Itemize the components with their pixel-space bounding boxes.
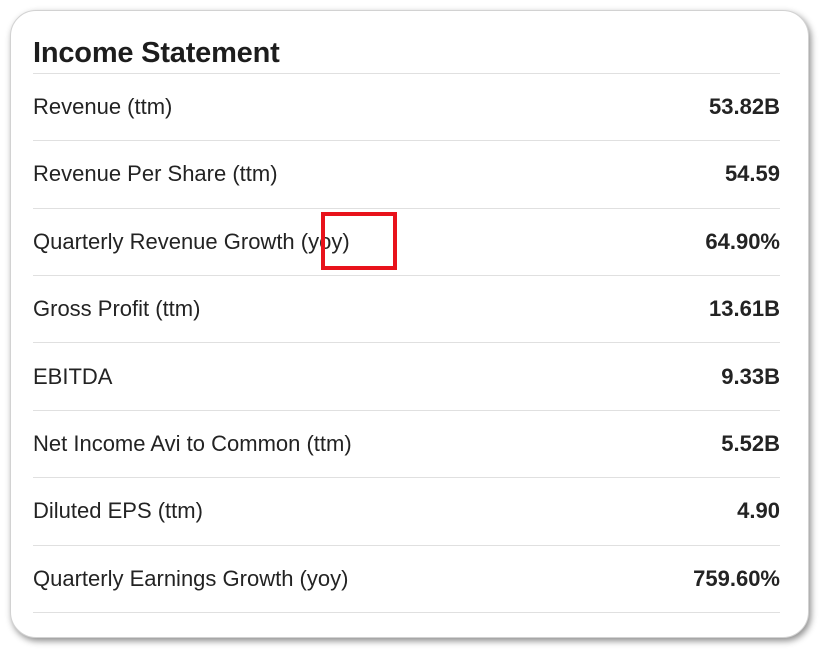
table-row: Gross Profit (ttm) 13.61B: [33, 289, 780, 329]
row-label-revenue: Revenue (ttm): [33, 94, 173, 119]
row-value-gross-profit: 13.61B: [709, 296, 780, 321]
table-row: Revenue Per Share (ttm) 54.59: [33, 154, 780, 194]
row-label-quarterly-earnings-growth: Quarterly Earnings Growth (yoy): [33, 566, 349, 591]
row-value-quarterly-revenue-growth: 64.90%: [705, 229, 780, 254]
table-row: EBITDA 9.33B: [33, 357, 780, 397]
row-label-net-income: Net Income Avi to Common (ttm): [33, 431, 352, 456]
row-label-quarterly-revenue-growth: Quarterly Revenue Growth (yoy): [33, 229, 350, 254]
income-statement-card: Income Statement Revenue (ttm) 53.82B Re…: [10, 10, 809, 638]
row-value-diluted-eps: 4.90: [737, 498, 780, 523]
divider: [33, 275, 780, 276]
row-label-diluted-eps: Diluted EPS (ttm): [33, 498, 203, 523]
divider: [33, 73, 780, 74]
table-row: Revenue (ttm) 53.82B: [33, 87, 780, 127]
row-value-net-income: 5.52B: [721, 431, 780, 456]
table-row: Diluted EPS (ttm) 4.90: [33, 491, 780, 531]
divider: [33, 477, 780, 478]
row-value-ebitda: 9.33B: [721, 364, 780, 389]
row-value-quarterly-earnings-growth: 759.60%: [693, 566, 780, 591]
divider: [33, 410, 780, 411]
table-row: Quarterly Revenue Growth (yoy) 64.90%: [33, 222, 780, 262]
divider: [33, 140, 780, 141]
divider: [33, 612, 780, 613]
row-value-revenue-per-share: 54.59: [724, 161, 780, 186]
row-label-gross-profit: Gross Profit (ttm): [33, 296, 201, 321]
row-label-ebitda: EBITDA: [33, 364, 113, 389]
row-value-revenue: 53.82B: [709, 94, 780, 119]
divider: [33, 208, 780, 209]
table-row: Quarterly Earnings Growth (yoy) 759.60%: [33, 559, 780, 599]
table-row: Net Income Avi to Common (ttm) 5.52B: [33, 424, 780, 464]
section-title: Income Statement: [33, 37, 280, 69]
divider: [33, 342, 780, 343]
divider: [33, 545, 780, 546]
row-label-revenue-per-share: Revenue Per Share (ttm): [33, 161, 278, 186]
